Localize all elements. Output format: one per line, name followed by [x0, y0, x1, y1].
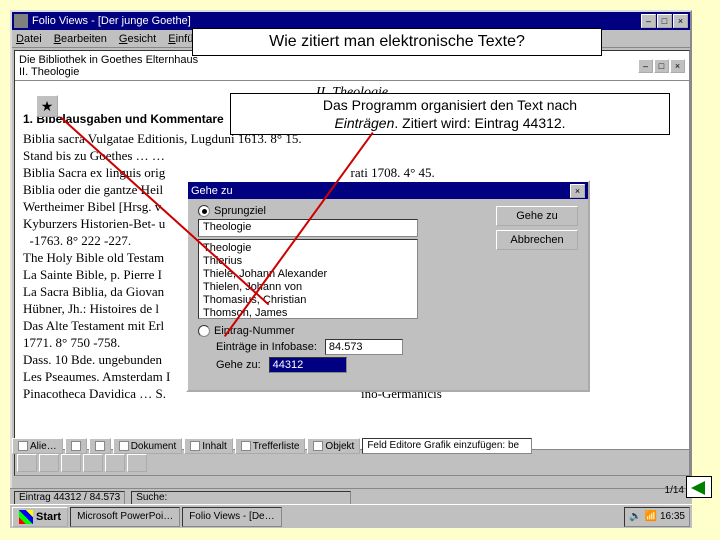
star-icon[interactable]: ★ [36, 95, 58, 117]
tab-button[interactable] [65, 438, 87, 454]
radio-off-icon [198, 325, 210, 337]
callout-line-2: Einträgen. Zitiert wird: Eintrag 44312. [334, 114, 565, 132]
app-icon [14, 14, 28, 28]
radio-eintrag-nummer[interactable]: Eintrag-Nummer [198, 325, 578, 337]
document-header-text: Die Bibliothek in Goethes ElternhausII. … [19, 54, 198, 78]
taskbar-task[interactable]: Folio Views - [De… [182, 507, 281, 527]
toolbar-button[interactable] [61, 454, 81, 472]
close-button[interactable]: × [673, 14, 688, 28]
taskbar: Start Microsoft PowerPoi…Folio Views - [… [10, 504, 692, 528]
tab-bar: Alie… DokumentInhaltTrefferlisteObjektFel… [12, 436, 688, 456]
toolbar-button[interactable] [105, 454, 125, 472]
callout-line-1: Das Programm organisiert den Text nach [323, 96, 577, 114]
list-item[interactable]: Thielen, Johann von [203, 281, 413, 294]
taskbar-task[interactable]: Microsoft PowerPoi… [70, 507, 180, 527]
toolbar-button[interactable] [83, 454, 103, 472]
dialog-title: Gehe zu [191, 185, 233, 197]
tab-button[interactable]: Inhalt [184, 438, 232, 454]
toolbar-button[interactable] [39, 454, 59, 472]
mdi-maximize-button[interactable]: □ [654, 59, 669, 73]
dialog-close-button[interactable]: × [570, 184, 585, 198]
prev-slide-button[interactable] [686, 476, 712, 498]
clock: 16:35 [660, 511, 685, 522]
cancel-button[interactable]: Abbrechen [496, 230, 578, 250]
minimize-button[interactable]: – [641, 14, 656, 28]
info-total-row: Einträge in Infobase: 84.573 [216, 339, 560, 355]
list-item[interactable]: Thomasius, Christian [203, 294, 413, 307]
system-tray: 🔊 📶 16:35 [624, 507, 690, 527]
menu-item[interactable]: Gesicht [119, 33, 156, 45]
tray-icon[interactable]: 📶 [645, 511, 657, 522]
tab-button[interactable]: Dokument [113, 438, 183, 454]
mdi-minimize-button[interactable]: – [638, 59, 653, 73]
results-list[interactable]: TheologieThieriusThiele, Johann Alexande… [198, 239, 418, 319]
info-total-value: 84.573 [325, 339, 403, 355]
slide-number: 1/14 [665, 485, 684, 496]
mdi-close-button[interactable]: × [670, 59, 685, 73]
tab-hint-field[interactable]: Feld Editore Grafik einzufügen: be [362, 438, 532, 454]
list-item[interactable]: Theologie [203, 242, 413, 255]
menu-item[interactable]: Bearbeiten [54, 33, 107, 45]
goto-button[interactable]: Gehe zu [496, 206, 578, 226]
dialog-titlebar: Gehe zu × [188, 182, 588, 199]
radio-on-icon [198, 205, 210, 217]
menu-item[interactable]: Datei [16, 33, 42, 45]
title-text: Folio Views - [Der junge Goethe] [32, 15, 191, 27]
info-goto-row: Gehe zu: 44312 [216, 357, 560, 373]
info-goto-value: 44312 [269, 357, 347, 373]
windows-icon [19, 510, 33, 524]
list-item[interactable]: Thierius [203, 255, 413, 268]
status-search: Suche: [131, 491, 351, 505]
status-entry: Eintrag 44312 / 84.573 [14, 491, 125, 505]
list-item[interactable]: Thomson, James [203, 307, 413, 319]
maximize-button[interactable]: □ [657, 14, 672, 28]
tray-icon[interactable]: 🔊 [629, 511, 641, 522]
tab-button[interactable]: Trefferliste [235, 438, 306, 454]
tab-button[interactable] [89, 438, 111, 454]
tab-button[interactable]: Alie… [12, 438, 63, 454]
toolbar-button[interactable] [127, 454, 147, 472]
callout-explanation: Das Programm organisiert den Text nach E… [230, 93, 670, 135]
tab-button[interactable]: Objekt [307, 438, 360, 454]
start-button[interactable]: Start [12, 507, 68, 527]
toolbar-button[interactable] [17, 454, 37, 472]
callout-question: Wie zitiert man elektronische Texte? [192, 28, 602, 56]
